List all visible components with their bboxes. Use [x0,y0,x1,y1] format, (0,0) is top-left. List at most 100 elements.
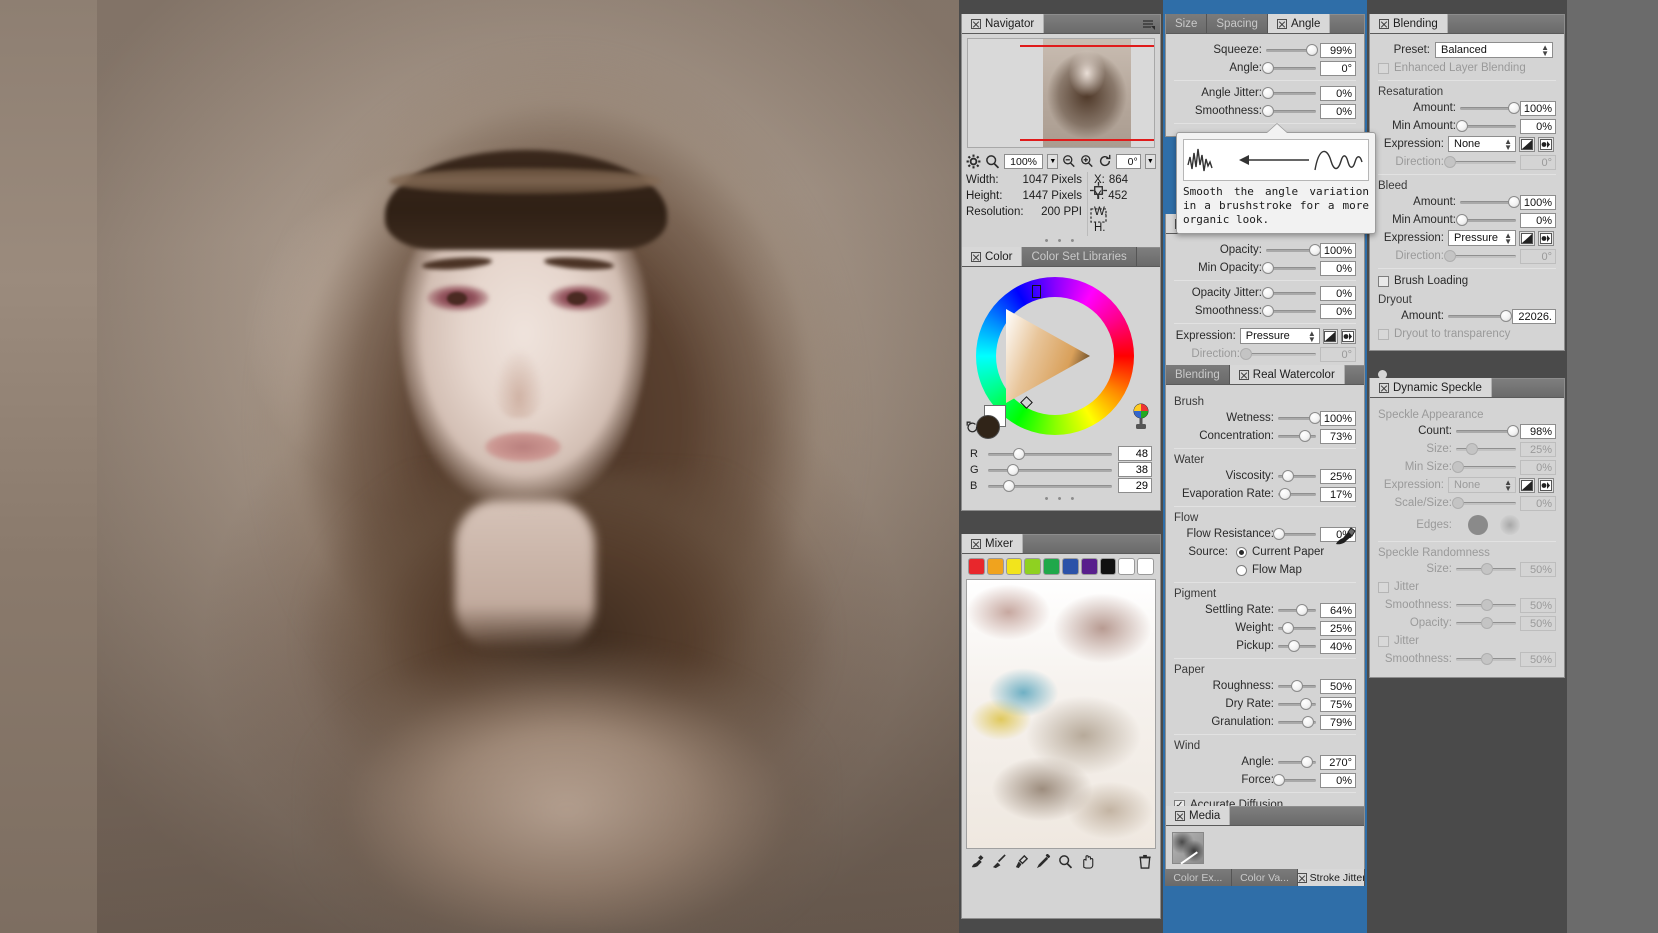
mixer-canvas[interactable] [966,579,1156,849]
opacity-opacityjitter-value[interactable]: 0% [1320,285,1356,301]
rwc-angle-knob[interactable] [1300,756,1313,768]
opacity-opacityjitter-knob[interactable] [1261,287,1274,299]
rwc-dryrate-slider[interactable] [1278,697,1316,711]
rwc-weight-value[interactable]: 25% [1320,620,1356,636]
color-channel-row-b[interactable]: B 29 [970,478,1152,493]
blending-preset-select[interactable]: Balanced ▲ ▼ [1435,42,1553,58]
blending-brush-loading-row[interactable]: Brush Loading [1378,273,1556,289]
gear-icon[interactable] [966,154,981,169]
tab-color-set-libraries[interactable]: Color Set Libraries [1022,247,1137,266]
rwc-wetness-value[interactable]: 100% [1320,410,1356,426]
navigator-toolbar[interactable]: 100% ▼ 0° ▼ [962,150,1160,172]
rwc-force-value[interactable]: 0% [1320,772,1356,788]
opacity-opacity-slider[interactable] [1266,243,1321,257]
rwc-viscosity-value[interactable]: 25% [1320,468,1356,484]
rwc-viscosity-knob[interactable] [1281,470,1294,482]
expression-options-icon[interactable] [1538,136,1554,152]
rwc-granulation-value[interactable]: 79% [1320,714,1356,730]
rwc-evaporationrate-knob[interactable] [1278,488,1291,500]
rwc-dryrate-value[interactable]: 75% [1320,696,1356,712]
speckle-rand-1-knob[interactable] [1480,599,1493,611]
rwc-flowresistance-slider[interactable] [1273,527,1316,541]
mixer-zoom-icon[interactable] [1058,854,1073,869]
expression-options-icon[interactable] [1340,328,1356,344]
rwc-force-slider[interactable] [1273,773,1316,787]
hue-marker[interactable] [1032,285,1041,298]
color-titlebar[interactable]: Color Color Set Libraries [962,247,1160,267]
mixer-swatch-7[interactable] [1099,558,1117,575]
speckle-rand-3-slider[interactable] [1456,652,1516,666]
opacity-minopacity-slider[interactable] [1261,261,1316,275]
mixer-brush-icon[interactable] [970,854,985,869]
blending-dryout-amount-slider[interactable] [1448,309,1513,323]
rwc-granulation-knob[interactable] [1301,716,1314,728]
speckle-rand-2-slider[interactable] [1456,616,1516,630]
rwc-angle-slider[interactable] [1278,755,1316,769]
mixer-clear-icon[interactable] [1138,854,1152,869]
opacity-smoothness-slider[interactable] [1261,304,1316,318]
angle-anglejitter-knob[interactable] [1261,87,1274,99]
rwc-source-radio-flow-map[interactable] [1236,564,1247,576]
rwc-force-knob[interactable] [1273,774,1286,786]
blending-resaturation-amount-value[interactable]: 100% [1520,100,1556,116]
speckle-count-slider[interactable] [1456,424,1519,438]
invert-expression-icon[interactable] [1322,328,1338,344]
magnifier-icon[interactable] [985,154,1000,169]
speckle-expression-select[interactable]: None ▲ ▼ [1448,477,1516,493]
bottom-tab-stroke-jitter[interactable]: Stroke Jitter [1298,869,1366,886]
rwc-angle-value[interactable]: 270° [1320,754,1356,770]
mixer-palette-knife-icon[interactable] [992,853,1007,869]
flow-map-brush-icon[interactable] [1334,527,1356,547]
opacity-opacityjitter-slider[interactable] [1261,286,1316,300]
rwc-roughness-slider[interactable] [1278,679,1316,693]
tab-mixer[interactable]: Mixer [962,534,1024,553]
speckle-size-slider[interactable] [1456,442,1516,456]
close-icon[interactable] [1276,18,1287,29]
rwc-roughness-value[interactable]: 50% [1320,678,1356,694]
speckle-minsize-value[interactable]: 0% [1520,459,1556,475]
navigator-thumbnail[interactable] [967,38,1155,148]
b-value[interactable]: 29 [1118,478,1152,493]
invert-expression-icon[interactable] [1519,136,1535,152]
blending-bleed-amount-slider[interactable] [1460,195,1521,209]
speckle-scalesize-value[interactable]: 0% [1520,495,1556,511]
mixer-swatch-0[interactable] [968,558,985,575]
speckle-count-knob[interactable] [1507,425,1519,437]
speckle-jitter-row-0[interactable]: Jitter [1378,579,1556,595]
blending-expression-select[interactable]: Pressure ▲ ▼ [1448,230,1516,246]
rwc-wetness-slider[interactable] [1278,411,1321,425]
rwc-weight-slider[interactable] [1278,621,1316,635]
speckle-rand-0-value[interactable]: 50% [1520,561,1556,577]
angle-squeeze-slider[interactable] [1266,43,1318,57]
speckle-rand-0-slider[interactable] [1456,562,1516,576]
primary-color-swatch[interactable] [976,415,1000,439]
rwc-pickup-knob[interactable] [1287,640,1300,652]
tab-dynamic-speckle[interactable]: Dynamic Speckle [1370,378,1492,397]
zoom-in-icon[interactable] [1080,154,1094,168]
speckle-minsize-slider[interactable] [1451,460,1516,474]
angle-panel-titlebar[interactable]: Size Spacing Angle [1166,14,1364,34]
tab-color[interactable]: Color [962,247,1023,266]
blending-resaturation-minamount-slider[interactable] [1455,119,1516,133]
navigator-titlebar[interactable]: Navigator [962,14,1160,34]
rwc-settlingrate-knob[interactable] [1296,604,1309,616]
angle-angle-value[interactable]: 0° [1320,60,1356,76]
mixer-swatch-8[interactable] [1118,558,1136,575]
tab-angle[interactable]: Angle [1267,14,1331,33]
clone-color-icon[interactable] [966,421,978,433]
rwc-evaporationrate-value[interactable]: 17% [1320,486,1356,502]
opacity-smoothness-value[interactable]: 0% [1320,303,1356,319]
blending-bleed-minamount-value[interactable]: 0% [1520,212,1556,228]
g-value[interactable]: 38 [1118,462,1152,477]
mixer-swatch-row[interactable] [962,554,1160,579]
close-icon[interactable] [971,18,981,29]
tab-media[interactable]: Media [1166,806,1231,825]
speckle-rand-3-value[interactable]: 50% [1520,651,1556,667]
selection-bounds-icon[interactable] [1090,208,1107,223]
checkbox-icon[interactable] [1378,62,1389,74]
blending-resaturation-expression-row[interactable]: Expression: None ▲ ▼ [1378,136,1556,152]
rwc-dryrate-knob[interactable] [1300,698,1313,710]
color-channel-row-g[interactable]: G 38 [970,462,1152,477]
mixer-swatch-4[interactable] [1043,558,1060,575]
rwc-roughness-knob[interactable] [1291,680,1304,692]
